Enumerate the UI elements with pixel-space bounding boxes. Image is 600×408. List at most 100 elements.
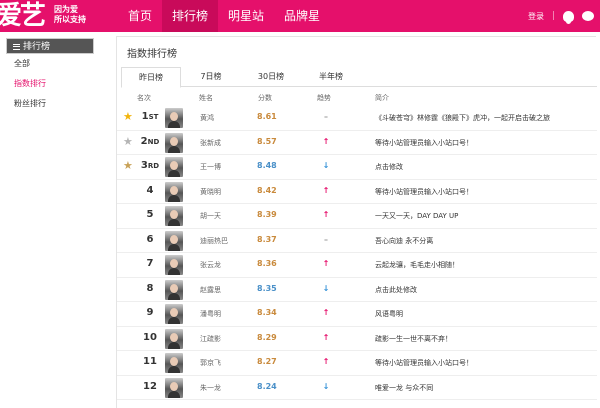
trend-up-icon: ↑ xyxy=(322,136,330,146)
nav-item-star-station[interactable]: 明星站 xyxy=(218,0,274,32)
score-value: 8.39 xyxy=(257,210,277,219)
rank-value: 1 xyxy=(141,111,149,122)
table-row[interactable]: 4 黄晓明 8.42 ↑ 等待小站管理员输入小站口号！ xyxy=(117,180,597,204)
logo-text: 爱艺 xyxy=(0,1,46,31)
trend-flat-icon: – xyxy=(324,112,328,121)
table-row[interactable]: ★ 2ND 张新成 8.57 ↑ 等待小站管理员输入小站口号！ xyxy=(117,131,597,155)
nav-item-ranking[interactable]: 排行榜 xyxy=(162,0,219,32)
avatar[interactable] xyxy=(165,304,183,324)
ranking-panel: 指数排行榜 昨日榜 7日榜 30日榜 半年榜 名次 姓名 分数 趋势 简介 ★ 1… xyxy=(116,36,597,408)
star-name-link[interactable]: 王一博 xyxy=(200,162,221,172)
avatar[interactable] xyxy=(165,157,183,177)
intro-text: 点击此处修改 xyxy=(375,285,417,294)
tab-7-days[interactable]: 7日榜 xyxy=(181,67,241,86)
table-row[interactable]: 11 郭京飞 8.27 ↑ 等待小站管理员输入小站口号！ xyxy=(117,351,597,376)
star-name-link[interactable]: 郭京飞 xyxy=(200,358,221,368)
table-row[interactable]: 12 朱一龙 8.24 ↓ 唯爱一龙 与众不同 xyxy=(117,376,597,400)
score-value: 8.24 xyxy=(257,381,277,391)
trend-flat-icon: – xyxy=(324,234,328,244)
avatar[interactable] xyxy=(165,377,183,398)
star-name-link[interactable]: 黄晓明 xyxy=(200,187,221,197)
score-value: 8.27 xyxy=(257,357,277,366)
rank-suffix: RD xyxy=(147,162,160,170)
list-icon xyxy=(13,43,20,50)
rank-value: 3 xyxy=(140,160,148,171)
login-link[interactable]: 登录 xyxy=(528,11,544,22)
score-value: 8.48 xyxy=(257,161,277,170)
star-name-link[interactable]: 张新成 xyxy=(200,138,221,148)
rank-value: 11 xyxy=(143,356,157,367)
rank-number: 6 xyxy=(131,234,169,245)
table-row[interactable]: ★ 1ST 黄鸿 8.61– 《斗破苍穹》林修霆《狼殿下》虎冲，一起开启击破之旅 xyxy=(117,106,597,131)
rank-value: 8 xyxy=(146,282,154,294)
sidebar-item-fans-ranking[interactable]: 粉丝排行 xyxy=(6,94,94,114)
avatar[interactable] xyxy=(165,230,183,251)
trend-up-icon: ↑ xyxy=(322,185,330,195)
trend-down-icon: ↓ xyxy=(322,283,330,293)
trend-up-icon: ↑ xyxy=(322,210,330,219)
star-name-link[interactable]: 潘粤明 xyxy=(200,309,221,319)
ranking-table-body: ★ 1ST 黄鸿 8.61– 《斗破苍穹》林修霆《狼殿下》虎冲，一起开启击破之旅 ★ 2ND… xyxy=(117,106,597,400)
table-row[interactable]: 9 潘粤明 8.34 ↑ 风语粤明 xyxy=(117,302,597,327)
ranking-tabs: 昨日榜 7日榜 30日榜 半年榜 xyxy=(121,67,597,88)
table-row[interactable]: 5 胡一天 8.39 ↑ 一天又一天，DAY DAY UP xyxy=(117,204,597,229)
avatar[interactable] xyxy=(165,255,183,275)
intro-text: 唯爱一龙 与众不同 xyxy=(375,383,434,392)
avatar[interactable] xyxy=(165,132,183,153)
trend-up-icon: ↑ xyxy=(322,357,330,366)
score-value: 8.57 xyxy=(257,136,277,146)
rank-number: 9 xyxy=(131,307,169,318)
tab-yesterday[interactable]: 昨日榜 xyxy=(121,67,181,88)
table-row[interactable]: 6 迪丽热巴 8.37 – 吾心向迪 永不分离 xyxy=(117,229,597,253)
star-name-link[interactable]: 迪丽热巴 xyxy=(200,236,228,246)
trend-up-icon: ↑ xyxy=(322,259,330,268)
nav-item-home[interactable]: 首页 xyxy=(118,0,162,32)
top-right-actions: 登录 | xyxy=(528,0,600,32)
bell-icon[interactable] xyxy=(563,10,574,24)
tab-30-days[interactable]: 30日榜 xyxy=(241,67,301,86)
rank-number: 3RD xyxy=(131,160,169,171)
score-value: 8.61 xyxy=(257,112,277,121)
avatar[interactable] xyxy=(165,181,183,202)
table-row[interactable]: 8 赵露思 8.35 ↓ 点击此处修改 xyxy=(117,278,597,302)
nav-item-brand-star[interactable]: 品牌星 xyxy=(274,0,330,32)
avatar[interactable] xyxy=(165,328,183,349)
intro-text: 等待小站管理员输入小站口号！ xyxy=(375,187,473,196)
table-row[interactable]: 10 江疏影 8.29 ↑ 疏影一生一世不离不弃！ xyxy=(117,327,597,351)
rank-number: 11 xyxy=(131,356,169,367)
sidebar-item-index-ranking[interactable]: 指数排行 xyxy=(6,74,94,94)
rank-number: 10 xyxy=(131,332,169,343)
sidebar-header: 排行榜 xyxy=(6,38,94,54)
star-name-link[interactable]: 赵露思 xyxy=(200,285,221,295)
intro-text: 吾心向迪 永不分离 xyxy=(375,236,434,245)
sidebar-title: 排行榜 xyxy=(23,42,51,52)
intro-text: 疏影一生一世不离不弃！ xyxy=(375,334,452,343)
rank-number: 12 xyxy=(131,381,169,392)
column-header-intro: 简介 xyxy=(375,94,389,102)
intro-text: 等待小站管理员输入小站口号！ xyxy=(375,138,473,147)
star-name-link[interactable]: 黄鸿 xyxy=(200,113,214,123)
sidebar-item-all[interactable]: 全部 xyxy=(6,54,94,74)
rank-value: 6 xyxy=(146,233,154,245)
star-name-link[interactable]: 胡一天 xyxy=(200,211,221,221)
avatar[interactable] xyxy=(165,353,183,373)
table-row[interactable]: 7 张云龙 8.36 ↑ 云起龙骧，毛毛走小相随！ xyxy=(117,253,597,278)
avatar[interactable] xyxy=(165,108,183,128)
star-name-link[interactable]: 张云龙 xyxy=(200,260,221,270)
score-value: 8.37 xyxy=(257,234,277,244)
site-logo[interactable]: 爱艺 因为爱 所以支持 xyxy=(0,0,100,32)
table-row[interactable]: ★ 3RD 王一博 8.48 ↓ 点击修改 xyxy=(117,155,597,180)
tab-half-year[interactable]: 半年榜 xyxy=(301,67,361,86)
rank-number: 8 xyxy=(131,283,169,294)
star-name-link[interactable]: 江疏影 xyxy=(200,334,221,344)
rank-number: 7 xyxy=(131,258,169,269)
rank-number: 2ND xyxy=(131,136,169,147)
avatar[interactable] xyxy=(165,279,183,300)
column-header-name: 姓名 xyxy=(199,94,213,102)
rank-value: 5 xyxy=(146,209,154,220)
avatar[interactable] xyxy=(165,206,183,226)
weibo-icon[interactable] xyxy=(582,11,594,21)
rank-suffix: ND xyxy=(147,137,160,146)
star-name-link[interactable]: 朱一龙 xyxy=(200,383,221,393)
divider: | xyxy=(551,11,555,21)
